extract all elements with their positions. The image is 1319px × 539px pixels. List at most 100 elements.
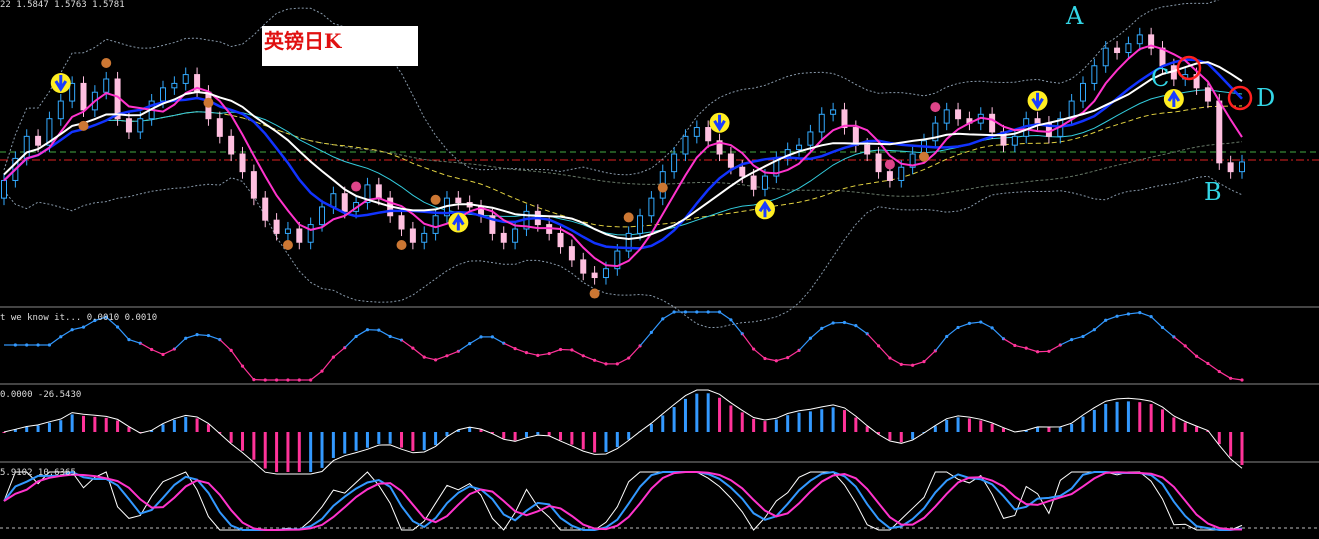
histogram-bar [581,432,585,450]
oscillator-1-segment [151,348,164,356]
pattern-dot-icon [396,240,407,250]
candle-body [57,100,64,120]
candle-body [830,109,837,115]
candle-body [421,232,428,243]
histogram-bar [1138,402,1142,432]
candle-body [375,184,382,199]
oscillator-1-segment [901,363,913,366]
price-panel [0,0,1319,463]
candle-body [1136,34,1143,45]
oscillator-1-segment [514,348,527,354]
oscillator-1-segment [446,350,459,357]
oscillator-1-segment [571,349,584,357]
candle-body [296,228,303,243]
histogram-bar [502,432,506,439]
histogram-bar [1195,426,1199,432]
oscillator-1-segment [242,365,255,381]
histogram-bar [524,432,528,438]
histogram-bar [559,432,563,441]
oscillator-1-segment [378,329,391,337]
oscillator-1-segment [526,352,538,356]
oscillator-1-segment [946,326,959,337]
histogram-bar [1160,409,1164,432]
oscillator-1-segment [117,326,130,341]
oscillator-1-segment [1060,339,1072,346]
histogram-bar [104,417,108,432]
candle-body [1011,135,1018,146]
candle-body [591,272,598,279]
band-lower [3,175,1243,329]
histogram-bar [343,432,347,454]
histogram-bar [1001,428,1005,432]
stoch-d-line [3,471,1243,531]
histogram-bar [377,432,381,444]
oscillator-1-segment [1116,313,1129,317]
histogram-bar [468,427,472,432]
histogram-bar [706,393,710,432]
oscillator-1-segment [503,342,516,350]
candle-body [1079,82,1086,102]
oscillator-1-segment [1003,338,1016,346]
oscillator-1-segment [787,349,800,359]
histogram-bar [774,419,778,432]
histogram-bar [70,414,74,432]
histogram-bar [899,432,903,443]
histogram-bar [842,410,846,432]
chart-title-box: 英镑日K [262,26,418,66]
oscillator-1-segment [469,336,482,345]
oscillator-1-segment [719,311,732,321]
oscillator-1-segment [753,348,766,359]
pattern-dot-icon [101,58,112,68]
oscillator-1-segment [980,321,993,329]
pattern-dot-icon [351,181,362,192]
candle-body [1,179,7,199]
histogram-bar [615,432,619,448]
oscillator-1-segment [1093,319,1107,331]
marker-letter-b: B [1204,178,1222,206]
oscillator-1-segment [185,334,198,339]
histogram-bar [933,426,937,432]
histogram-bar [195,418,199,432]
oscillator-1-segment [889,357,902,365]
candle-body [1227,162,1234,173]
candle-body [602,268,609,279]
oscillator-1-segment [1128,312,1140,315]
oscillator-1-segment [321,356,334,372]
oscillator-1-segment [197,334,209,337]
oscillator-1-segment [1230,377,1243,381]
oscillator-1-segment [741,333,755,350]
histogram-bar [604,432,608,452]
candle-body [852,127,859,146]
histogram-bar [729,405,733,432]
histogram-bar [513,432,517,441]
histogram-bar [570,432,574,445]
oscillator-1-segment [821,322,834,329]
pattern-dot-icon [918,151,929,162]
oscillator-1-segment [492,336,505,344]
oscillator-1-segment [1150,316,1163,328]
candle-body [1204,87,1211,102]
oscillator-1-segment [639,332,652,347]
oscillator-1-segment [991,327,1004,340]
oscillator-1-segment [389,335,402,341]
oscillator-1-segment [49,336,62,346]
oscillator-1-segment [628,345,641,359]
marker-letter-c: C [1151,64,1170,92]
histogram-bar [808,411,812,432]
histogram-bar [627,432,631,440]
oscillator-1-segment [844,321,856,327]
histogram-bar [82,415,86,432]
histogram-bar [127,427,131,432]
histogram-bar [93,416,97,432]
histogram-envelope [3,389,1243,475]
ma-white-line [3,61,1243,241]
oscillator-1-segment [957,322,970,329]
panel-3-label: 5.9102 10.6365 [0,468,76,478]
candle-body [648,197,655,217]
marker-letter-d: D [1256,84,1276,112]
oscillator-1-segment [344,336,357,349]
histogram-bar [320,432,324,468]
oscillator-1-segment [730,319,743,335]
band-upper [3,0,1220,176]
oscillator-1-segment [923,350,936,363]
